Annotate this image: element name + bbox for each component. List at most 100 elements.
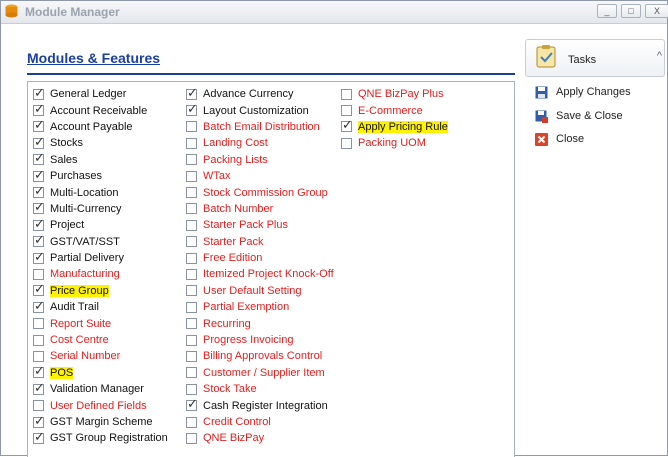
checkbox-checked[interactable] [33, 168, 45, 183]
module-item[interactable]: Progress Invoicing [186, 332, 334, 348]
minimize-button[interactable]: _ [597, 4, 617, 18]
module-item[interactable]: Layout Customization [186, 102, 334, 118]
tasks-header[interactable]: Tasks ^ [525, 39, 665, 77]
module-item[interactable]: Project [33, 217, 168, 233]
module-item[interactable]: Report Suite [33, 315, 168, 331]
module-item[interactable]: Itemized Project Knock-Off [186, 266, 334, 282]
checkbox-checked[interactable] [33, 250, 45, 265]
module-item[interactable]: Multi-Currency [33, 200, 168, 217]
module-item[interactable]: Manufacturing [33, 266, 168, 282]
module-item[interactable]: GST Group Registration [33, 430, 168, 446]
module-item[interactable]: Serial Number [33, 348, 168, 364]
module-item[interactable]: Advance Currency [186, 86, 334, 102]
module-item[interactable]: Partial Delivery [33, 250, 168, 266]
checkbox-unchecked[interactable] [341, 137, 352, 149]
module-item[interactable]: Packing UOM [341, 135, 448, 151]
checkbox-unchecked[interactable] [186, 301, 197, 313]
module-item[interactable]: WTax [186, 168, 334, 184]
apply-changes-button[interactable]: Apply Changes [535, 83, 631, 101]
checkbox-checked[interactable] [341, 118, 353, 133]
module-item[interactable]: Stock Take [186, 381, 334, 397]
checkbox-unchecked[interactable] [341, 88, 352, 100]
checkbox-unchecked[interactable] [186, 236, 197, 248]
close-window-button[interactable]: X [645, 4, 668, 18]
checkbox-unchecked[interactable] [186, 219, 197, 231]
checkbox-checked[interactable] [33, 414, 45, 429]
checkbox-checked[interactable] [33, 184, 45, 199]
checkbox-unchecked[interactable] [186, 137, 197, 149]
checkbox-checked[interactable] [186, 102, 198, 117]
module-item[interactable]: Partial Exemption [186, 299, 334, 315]
module-item[interactable]: Landing Cost [186, 135, 334, 151]
checkbox-unchecked[interactable] [33, 268, 44, 280]
checkbox-unchecked[interactable] [186, 318, 197, 330]
checkbox-unchecked[interactable] [186, 334, 197, 346]
checkbox-unchecked[interactable] [186, 121, 197, 133]
module-item[interactable]: User Default Setting [186, 283, 334, 299]
checkbox-unchecked[interactable] [186, 268, 197, 280]
module-item[interactable]: Audit Trail [33, 299, 168, 315]
title-bar[interactable]: Module Manager _ □ X [1, 1, 668, 24]
module-item[interactable]: User Defined Fields [33, 397, 168, 413]
checkbox-checked[interactable] [33, 217, 45, 232]
module-item[interactable]: Billing Approvals Control [186, 348, 334, 364]
maximize-button[interactable]: □ [621, 4, 641, 18]
checkbox-unchecked[interactable] [186, 432, 197, 444]
checkbox-checked[interactable] [33, 381, 45, 396]
module-item[interactable]: Purchases [33, 168, 168, 184]
checkbox-unchecked[interactable] [33, 350, 44, 362]
checkbox-unchecked[interactable] [341, 105, 352, 117]
module-item[interactable]: GST Margin Scheme [33, 414, 168, 430]
module-item[interactable]: Stock Commission Group [186, 184, 334, 200]
close-button[interactable]: Close [535, 130, 584, 148]
checkbox-checked[interactable] [33, 233, 45, 248]
checkbox-checked[interactable] [186, 86, 198, 101]
module-item[interactable]: Cost Centre [33, 332, 168, 348]
module-item[interactable]: POS [33, 364, 168, 381]
module-item[interactable]: QNE BizPay Plus [341, 86, 448, 102]
checkbox-checked[interactable] [186, 397, 198, 412]
module-item[interactable]: Customer / Supplier Item [186, 365, 334, 381]
checkbox-checked[interactable] [33, 299, 45, 314]
checkbox-checked[interactable] [33, 86, 45, 101]
module-item[interactable]: General Ledger [33, 86, 168, 102]
module-item[interactable]: Validation Manager [33, 381, 168, 397]
module-item[interactable]: Multi-Location [33, 184, 168, 200]
checkbox-unchecked[interactable] [186, 203, 197, 215]
checkbox-unchecked[interactable] [186, 383, 197, 395]
module-item[interactable]: Batch Email Distribution [186, 119, 334, 135]
module-item[interactable]: Starter Pack [186, 234, 334, 250]
checkbox-unchecked[interactable] [186, 367, 197, 379]
checkbox-unchecked[interactable] [186, 170, 197, 182]
checkbox-unchecked[interactable] [186, 416, 197, 428]
checkbox-unchecked[interactable] [186, 252, 197, 264]
module-item[interactable]: Recurring [186, 315, 334, 331]
checkbox-unchecked[interactable] [33, 334, 44, 346]
checkbox-unchecked[interactable] [186, 285, 197, 297]
module-item[interactable]: Apply Pricing Rule [341, 118, 448, 135]
module-item[interactable]: Sales [33, 151, 168, 168]
module-item[interactable]: Starter Pack Plus [186, 217, 334, 233]
module-item[interactable]: Account Receivable [33, 102, 168, 118]
module-item[interactable]: Credit Control [186, 414, 334, 430]
modules-heading[interactable]: Modules & Features [27, 50, 160, 66]
module-item[interactable]: Packing Lists [186, 152, 334, 168]
checkbox-unchecked[interactable] [186, 187, 197, 199]
checkbox-checked[interactable] [33, 102, 45, 117]
module-item[interactable]: Cash Register Integration [186, 397, 334, 413]
module-item[interactable]: Stocks [33, 135, 168, 151]
module-item[interactable]: Account Payable [33, 118, 168, 135]
checkbox-checked[interactable] [33, 282, 45, 297]
module-item[interactable]: QNE BizPay [186, 430, 334, 446]
module-item[interactable]: Price Group [33, 282, 168, 299]
checkbox-checked[interactable] [33, 200, 45, 215]
checkbox-unchecked[interactable] [186, 154, 197, 166]
checkbox-unchecked[interactable] [33, 318, 44, 330]
checkbox-checked[interactable] [33, 135, 45, 150]
save-close-button[interactable]: Save & Close [535, 107, 623, 125]
module-item[interactable]: Batch Number [186, 201, 334, 217]
module-item[interactable]: E-Commerce [341, 102, 448, 118]
checkbox-unchecked[interactable] [186, 350, 197, 362]
checkbox-checked[interactable] [33, 118, 45, 133]
checkbox-checked[interactable] [33, 151, 45, 166]
